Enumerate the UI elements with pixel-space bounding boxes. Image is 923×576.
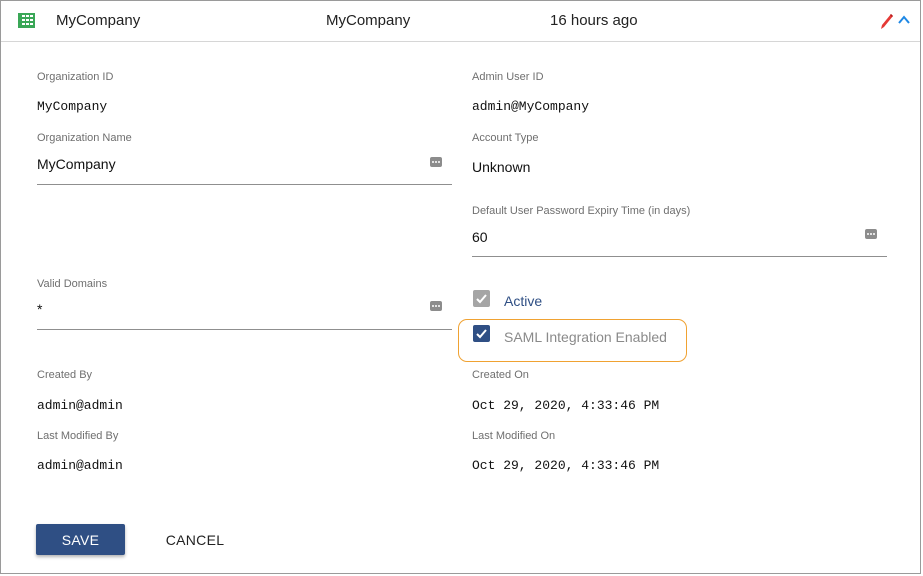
organization-id-label: Organization ID bbox=[37, 71, 114, 83]
more-options-icon[interactable] bbox=[865, 229, 877, 239]
more-options-icon[interactable] bbox=[430, 157, 442, 167]
check-icon bbox=[476, 329, 487, 339]
grid-icon bbox=[18, 13, 35, 28]
password-expiry-label: Default User Password Expiry Time (in da… bbox=[472, 205, 691, 217]
valid-domains-underline bbox=[37, 329, 452, 330]
admin-user-id-value: admin@MyCompany bbox=[472, 99, 590, 114]
edit-icon[interactable] bbox=[880, 13, 894, 30]
created-on-value: Oct 29, 2020, 4:33:46 PM bbox=[472, 398, 660, 413]
account-type-label: Account Type bbox=[472, 132, 539, 144]
password-expiry-input[interactable]: 60 bbox=[472, 229, 488, 245]
organization-name-input[interactable]: MyCompany bbox=[37, 156, 116, 172]
admin-user-id-label: Admin User ID bbox=[472, 71, 544, 83]
active-checkbox[interactable] bbox=[473, 290, 490, 307]
password-expiry-underline bbox=[472, 256, 887, 257]
card-header[interactable]: MyCompany MyCompany 16 hours ago bbox=[1, 1, 920, 42]
save-button[interactable]: SAVE bbox=[36, 524, 125, 555]
check-icon bbox=[476, 294, 487, 304]
last-modified-by-label: Last Modified By bbox=[37, 430, 119, 442]
chevron-up-icon[interactable] bbox=[898, 15, 910, 25]
organization-name-label: Organization Name bbox=[37, 132, 132, 144]
header-org-display-name: MyCompany bbox=[326, 12, 411, 29]
account-type-value: Unknown bbox=[472, 159, 531, 175]
saml-label[interactable]: SAML Integration Enabled bbox=[504, 329, 667, 345]
valid-domains-input[interactable]: * bbox=[37, 301, 42, 317]
header-updated-time: 16 hours ago bbox=[550, 12, 638, 29]
created-by-label: Created By bbox=[37, 369, 93, 381]
cancel-button[interactable]: CANCEL bbox=[156, 524, 234, 555]
last-modified-on-label: Last Modified On bbox=[472, 430, 556, 442]
saml-checkbox[interactable] bbox=[473, 325, 490, 342]
last-modified-on-value: Oct 29, 2020, 4:33:46 PM bbox=[472, 458, 660, 473]
organization-card: MyCompany MyCompany 16 hours ago Organiz… bbox=[0, 0, 921, 574]
created-on-label: Created On bbox=[472, 369, 529, 381]
header-org-name: MyCompany bbox=[56, 12, 141, 29]
active-label[interactable]: Active bbox=[504, 293, 542, 309]
last-modified-by-value: admin@admin bbox=[37, 458, 123, 473]
created-by-value: admin@admin bbox=[37, 398, 123, 413]
organization-id-value: MyCompany bbox=[37, 99, 108, 114]
organization-name-underline bbox=[37, 184, 452, 185]
more-options-icon[interactable] bbox=[430, 301, 442, 311]
valid-domains-label: Valid Domains bbox=[37, 278, 108, 290]
